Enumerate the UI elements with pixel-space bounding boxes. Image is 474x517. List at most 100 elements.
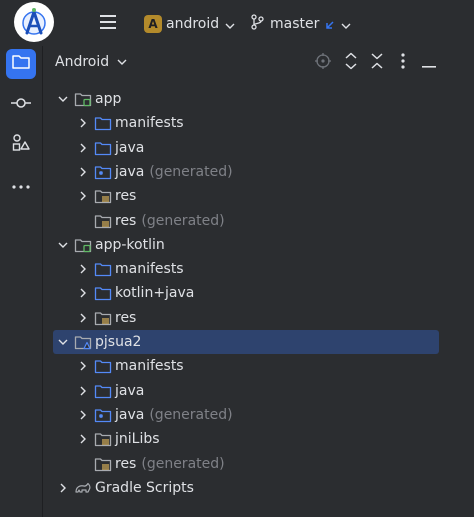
source-folder-icon [94,140,112,156]
resource-folder-icon [94,431,112,447]
chevron-down-icon [117,54,127,70]
tree-item-note: (generated) [141,212,225,229]
tree-item-note: (generated) [149,406,233,423]
tree-folder-row[interactable]: manifests [43,354,439,378]
tree-item-label: kotlin+java [115,285,195,302]
main-toolbar: A android master [0,0,474,46]
project-panel-header: Android [43,46,474,80]
gradle-icon [74,480,92,496]
chevron-down-icon [225,15,235,34]
source-folder-icon [94,358,112,374]
commit-tool-button[interactable] [6,88,36,118]
tree-item-label: java [115,139,145,156]
tree-folder-row[interactable]: res [43,306,439,330]
project-badge: A [144,15,162,33]
source-folder-icon [94,383,112,399]
tree-item-label: manifests [115,261,184,278]
locate-icon [314,52,332,74]
chevron-down-icon [341,15,351,34]
more-tool-windows-button[interactable] [6,169,36,199]
branch-icon [250,14,264,34]
tree-item-label: app [95,91,122,107]
chevron-right-icon[interactable] [76,189,90,203]
chevron-right-icon[interactable] [76,262,90,276]
chevron-down-icon[interactable] [56,335,70,349]
chevron-right-icon[interactable] [76,408,90,422]
tree-folder-row[interactable]: java (generated) [43,403,439,427]
tree-item-label: java [115,406,145,423]
resource-folder-icon [94,310,112,326]
chevron-down-icon[interactable] [56,238,70,252]
android-studio-logo-icon[interactable] [14,2,54,42]
chevron-right-icon[interactable] [76,432,90,446]
tree-item-label: pjsua2 [95,334,142,350]
tree-folder-row[interactable]: kotlin+java [43,281,439,305]
tree-folder-row[interactable]: java (generated) [43,160,439,184]
project-tool-button[interactable] [6,49,36,79]
vcs-branch-selector[interactable]: master [244,12,357,36]
structure-icon [11,132,31,156]
commit-icon [10,94,32,113]
chevron-right-icon[interactable] [76,311,90,325]
tree-folder-row[interactable]: java [43,136,439,160]
tree-module-row[interactable]: Gradle Scripts [43,476,439,500]
chevron-right-icon[interactable] [76,359,90,373]
resource-folder-icon [94,188,112,204]
collapse-all-icon [370,52,384,74]
source-folder-icon [94,285,112,301]
branch-name: master [270,16,320,32]
library-module-folder-icon [74,334,92,350]
tree-folder-row[interactable]: manifests [43,257,439,281]
collapse-all-button[interactable] [367,53,387,73]
project-selector[interactable]: A android [140,12,241,36]
structure-tool-button[interactable] [6,129,36,159]
tool-window-strip [0,46,43,517]
resource-folder-icon [94,213,112,229]
chevron-right-icon[interactable] [56,481,70,495]
tree-item-note: (generated) [149,163,233,180]
tree-item-label: java [115,382,145,399]
tree-item-label: res [115,309,137,326]
generated-source-folder-icon [94,407,112,423]
tree-module-row[interactable]: pjsua2 [53,330,439,354]
chevron-right-icon[interactable] [76,165,90,179]
options-icon [400,52,406,74]
module-folder-icon [74,91,92,107]
chevron-right-icon[interactable] [76,141,90,155]
tree-item-label: res [115,212,137,229]
hide-panel-button[interactable] [419,53,439,73]
chevron-down-icon[interactable] [56,92,70,106]
locate-file-button[interactable] [313,53,333,73]
options-button[interactable] [393,53,413,73]
expand-all-button[interactable] [341,52,361,73]
tree-item-label: jniLibs [115,431,160,448]
generated-source-folder-icon [94,164,112,180]
project-view-selector[interactable]: Android [55,54,127,70]
main-menu-icon[interactable] [98,12,120,32]
tree-item-label: res [115,188,137,205]
module-folder-icon [74,237,92,253]
source-folder-icon [94,261,112,277]
tree-folder-row[interactable]: res (generated) [43,452,439,476]
project-name: android [166,16,220,32]
resource-folder-icon [94,456,112,472]
tree-item-label: Gradle Scripts [95,479,194,496]
tree-folder-row[interactable]: java [43,379,439,403]
tree-item-label: java [115,163,145,180]
tree-module-row[interactable]: app-kotlin [43,233,439,257]
tree-folder-row[interactable]: manifests [43,111,439,135]
chevron-right-icon[interactable] [76,384,90,398]
chevron-right-icon[interactable] [76,286,90,300]
tree-module-row[interactable]: app [43,87,439,111]
chevron-right-icon[interactable] [76,116,90,130]
hide-icon [421,54,437,73]
tree-item-label: res [115,455,137,472]
incoming-changes-icon [325,15,335,34]
tree-folder-row[interactable]: res (generated) [43,209,439,233]
tree-item-note: (generated) [141,455,225,472]
tree-folder-row[interactable]: res [43,184,439,208]
tree-item-label: manifests [115,115,184,132]
tree-folder-row[interactable]: jniLibs [43,427,439,451]
